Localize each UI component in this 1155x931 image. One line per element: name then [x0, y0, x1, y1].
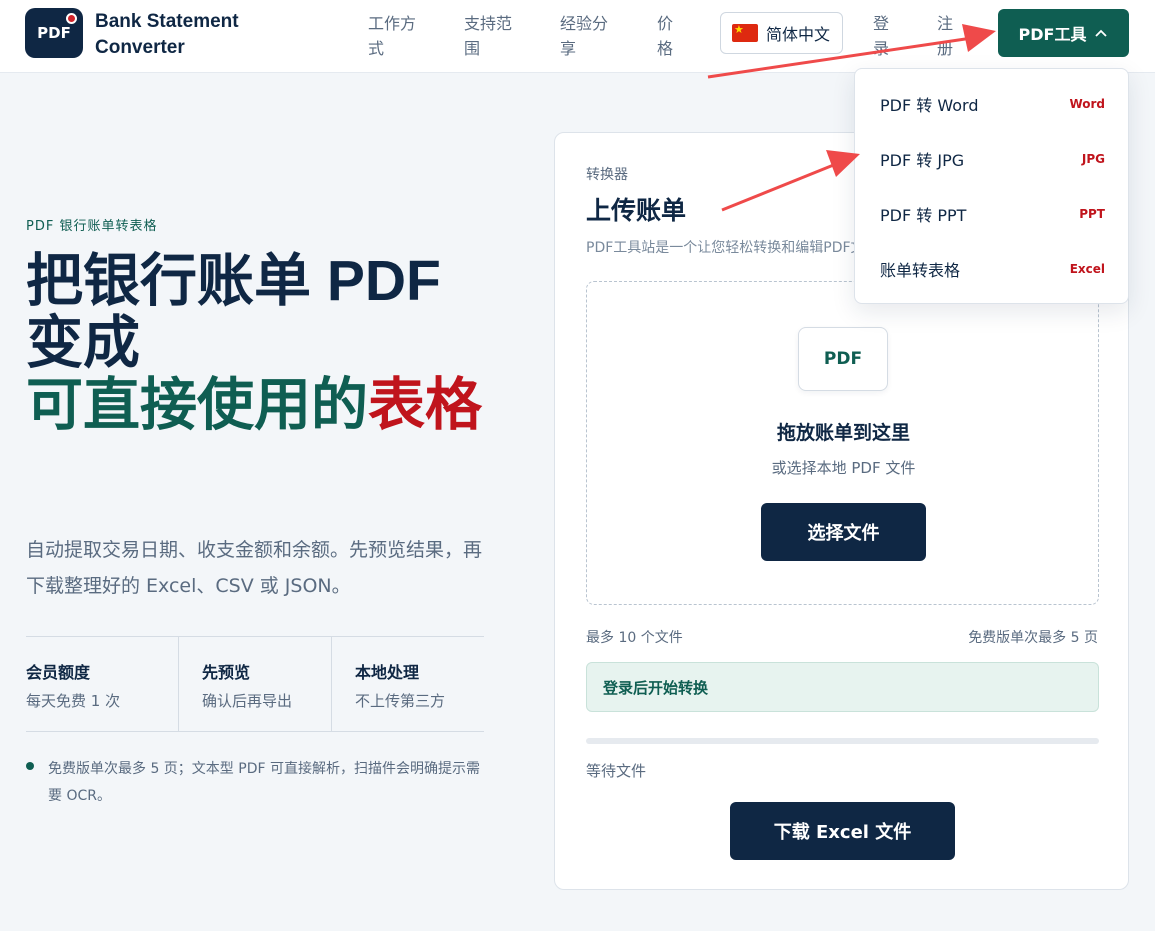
pdf-tools-dropdown: PDF 转 Word Word PDF 转 JPG JPG PDF 转 PPT … — [854, 68, 1129, 304]
feature-stats: 会员额度 每天免费 1 次 先预览 确认后再导出 本地处理 不上传第三方 — [26, 636, 484, 732]
hero-title: 把银行账单 PDF 变成 可直接使用的表格 — [26, 250, 496, 436]
dropdown-item-tag: Word — [1069, 97, 1105, 111]
stat-divider — [331, 637, 332, 731]
pdf-tools-button[interactable]: PDF工具 — [998, 9, 1129, 57]
stat-title: 本地处理 — [355, 663, 420, 682]
free-plan-note: 免费版单次最多 5 页；文本型 PDF 可直接解析，扫描件会明确提示需要 OCR… — [48, 761, 480, 804]
nav-how-it-works[interactable]: 工作方 式 — [368, 11, 416, 61]
choose-file-label: 选择文件 — [807, 523, 880, 544]
download-excel-button[interactable]: 下载 Excel 文件 — [730, 802, 955, 860]
dropdown-item-pdf-to-ppt[interactable]: PDF 转 PPT PPT — [880, 199, 1105, 229]
dropdown-item-tag: PPT — [1079, 207, 1105, 221]
login-prompt-label: 登录后开始转换 — [603, 678, 709, 697]
stat-title: 先预览 — [202, 663, 251, 682]
stat-sub: 每天免费 1 次 — [26, 692, 121, 710]
dropzone-title: 拖放账单到这里 — [776, 422, 910, 444]
nav-label: 经验分 — [560, 14, 609, 33]
brand-name[interactable]: Bank Statement Converter — [95, 9, 265, 61]
login-link[interactable]: 登 录 — [873, 11, 889, 61]
pdf-file-icon: PDF — [798, 327, 888, 391]
hero-title-line-2: 变成 — [26, 311, 140, 375]
hero-description: 自动提取交易日期、收支金额和余额。先预览结果，再下载整理好的 Excel、CSV… — [26, 539, 483, 597]
hero-title-red: 表格 — [368, 373, 482, 437]
app-logo[interactable]: PDF — [25, 8, 83, 58]
language-select[interactable]: ★ 简体中文 — [720, 12, 843, 54]
nav-label: 格 — [657, 39, 674, 58]
dropzone-subtitle: 或选择本地 PDF 文件 — [771, 459, 916, 477]
conversion-progress-bar — [586, 738, 1099, 744]
china-flag-icon: ★ — [732, 24, 758, 42]
register-label: 册 — [937, 39, 954, 58]
nav-label: 享 — [560, 39, 577, 58]
card-description: PDF工具站是一个让您轻松转换和编辑PDF文件的工具 — [586, 240, 866, 256]
top-header: PDF Bank Statement Converter 工作方 式 支持范 围… — [0, 0, 1155, 73]
brand-line-1: Bank Statement — [95, 11, 239, 32]
dropdown-item-label: 账单转表格 — [880, 261, 961, 280]
nav-label: 支持范 — [464, 14, 513, 33]
nav-pricing[interactable]: 价 格 — [657, 11, 673, 61]
login-prompt[interactable]: 登录后开始转换 — [586, 662, 1099, 712]
hero-title-line-1: 把银行账单 PDF — [26, 249, 441, 313]
hero-eyebrow: PDF 银行账单转表格 — [26, 219, 158, 234]
logo-text: PDF — [37, 24, 71, 42]
pdf-badge-label: PDF — [823, 349, 863, 369]
register-link[interactable]: 注 册 — [937, 11, 953, 61]
max-pages-note: 免费版单次最多 5 页 — [968, 630, 1098, 646]
max-files-note: 最多 10 个文件 — [586, 630, 683, 646]
stat-sub: 不上传第三方 — [355, 692, 446, 710]
dropdown-item-label: PDF 转 Word — [880, 96, 979, 115]
chevron-up-icon — [1095, 29, 1108, 37]
dropdown-item-statement-to-table[interactable]: 账单转表格 Excel — [880, 254, 1105, 284]
language-label: 简体中文 — [766, 25, 831, 44]
dropdown-item-pdf-to-jpg[interactable]: PDF 转 JPG JPG — [880, 144, 1105, 174]
choose-file-button[interactable]: 选择文件 — [761, 503, 926, 561]
login-label: 录 — [873, 39, 890, 58]
download-label: 下载 Excel 文件 — [773, 822, 912, 843]
status-text: 等待文件 — [586, 762, 647, 780]
brand-line-2: Converter — [95, 37, 185, 58]
stat-divider — [178, 637, 179, 731]
pdf-tools-label: PDF工具 — [1018, 25, 1087, 44]
dropdown-item-tag: JPG — [1081, 152, 1105, 166]
stat-sub: 确认后再导出 — [202, 692, 293, 710]
bullet-dot-icon — [26, 762, 34, 770]
login-label: 登 — [873, 14, 890, 33]
nav-label: 式 — [368, 39, 385, 58]
nav-label: 价 — [657, 14, 674, 33]
nav-supported[interactable]: 支持范 围 — [464, 11, 512, 61]
file-dropzone[interactable]: PDF 拖放账单到这里 或选择本地 PDF 文件 选择文件 — [586, 281, 1099, 605]
nav-label: 围 — [464, 39, 481, 58]
logo-dot-icon — [66, 13, 77, 24]
hero-title-line-3: 可直接使用的表格 — [26, 374, 496, 436]
nav-experience[interactable]: 经验分 享 — [560, 11, 608, 61]
dropdown-item-label: PDF 转 JPG — [880, 151, 965, 170]
dropdown-item-label: PDF 转 PPT — [880, 206, 967, 225]
dropdown-item-tag: Excel — [1069, 262, 1105, 276]
stat-title: 会员额度 — [26, 663, 91, 682]
dropdown-item-pdf-to-word[interactable]: PDF 转 Word Word — [880, 89, 1105, 119]
card-eyebrow: 转换器 — [586, 167, 628, 183]
card-title: 上传账单 — [586, 196, 687, 225]
hero-title-green: 可直接使用的 — [26, 373, 368, 437]
nav-label: 工作方 — [368, 14, 417, 33]
register-label: 注 — [937, 14, 954, 33]
